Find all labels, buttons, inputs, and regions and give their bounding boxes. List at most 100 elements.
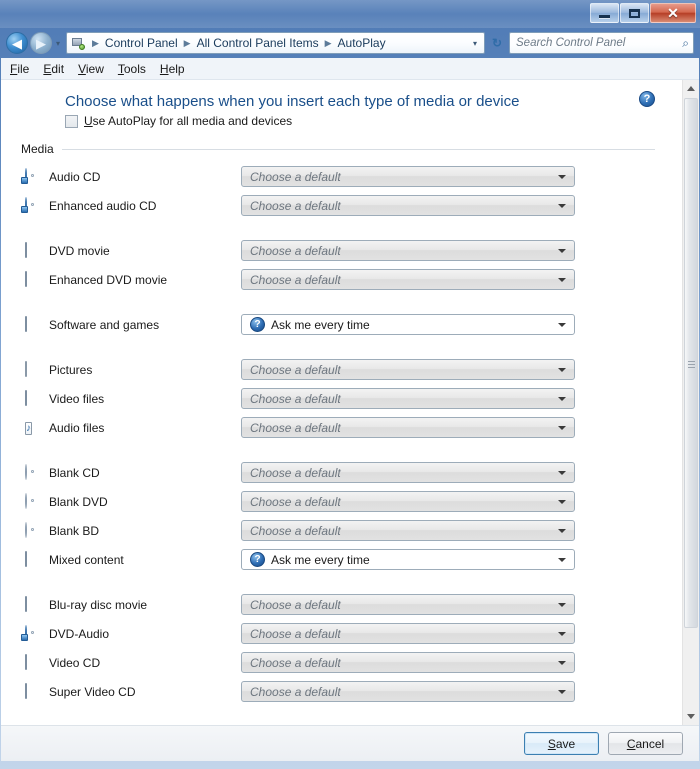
use-autoplay-row[interactable]: Use AutoPlay for all media and devices xyxy=(65,114,655,128)
question-icon: ? xyxy=(250,317,265,332)
maximize-icon xyxy=(629,8,640,18)
cancel-label: Cancel xyxy=(627,737,664,751)
media-default-combobox[interactable]: Choose a default xyxy=(241,520,575,541)
media-row: Video CD Choose a default xyxy=(15,648,655,677)
menu-item-file[interactable]: File xyxy=(10,60,38,78)
chevron-down-icon[interactable] xyxy=(558,367,566,372)
chevron-down-icon[interactable] xyxy=(558,602,566,607)
media-row: DVD-Audio Choose a default xyxy=(15,619,655,648)
menu-item-help[interactable]: Help xyxy=(160,60,194,78)
media-row: Blu-ray disc movie Choose a default xyxy=(15,590,655,619)
chevron-down-icon[interactable] xyxy=(558,660,566,665)
vertical-scrollbar[interactable] xyxy=(682,80,699,725)
audio-cd-icon xyxy=(21,167,41,185)
history-dropdown-icon[interactable]: ▾ xyxy=(52,39,64,48)
media-default-combobox[interactable]: Choose a default xyxy=(241,652,575,673)
chevron-down-icon[interactable]: ▾ xyxy=(468,39,482,48)
media-default-combobox[interactable]: Choose a default xyxy=(241,623,575,644)
media-label: Audio files xyxy=(49,420,105,435)
use-autoplay-checkbox[interactable] xyxy=(65,114,78,128)
minimize-button[interactable] xyxy=(590,3,619,23)
media-default-combobox[interactable]: Choose a default xyxy=(241,269,575,290)
media-default-combobox[interactable]: Choose a default xyxy=(241,240,575,261)
blank-bd-icon xyxy=(25,521,41,539)
breadcrumb-item-control-panel[interactable]: Control Panel xyxy=(103,35,180,51)
cancel-rest: ancel xyxy=(635,736,665,751)
close-icon: ✕ xyxy=(667,5,679,21)
search-placeholder: Search Control Panel xyxy=(516,37,626,49)
page-title: Choose what happens when you insert each… xyxy=(65,93,520,110)
scrollbar-thumb[interactable] xyxy=(684,98,698,628)
media-row: Mixed content? Ask me every time xyxy=(15,545,655,574)
scroll-down-button[interactable] xyxy=(683,708,699,725)
chevron-down-icon[interactable] xyxy=(558,528,566,533)
maximize-button[interactable] xyxy=(620,3,649,23)
media-default-combobox[interactable]: Choose a default xyxy=(241,359,575,380)
chevron-down-icon[interactable] xyxy=(558,557,566,562)
chevron-down-icon[interactable] xyxy=(558,248,566,253)
search-input[interactable]: Search Control Panel ⌕ xyxy=(509,32,694,54)
breadcrumb-item-autoplay[interactable]: AutoPlay xyxy=(336,35,388,51)
dvd-audio-icon xyxy=(21,624,41,642)
chevron-down-icon[interactable] xyxy=(558,277,566,282)
media-default-combobox[interactable]: Choose a default xyxy=(241,166,575,187)
media-row: Software and games? Ask me every time xyxy=(15,310,655,339)
media-default-combobox[interactable]: ? Ask me every time xyxy=(241,549,575,570)
media-default-combobox[interactable]: Choose a default xyxy=(241,417,575,438)
chevron-down-icon[interactable] xyxy=(558,689,566,694)
save-label: Save xyxy=(548,737,575,751)
refresh-button[interactable]: ↻ xyxy=(487,32,507,54)
breadcrumb: ▶ Control Panel ▶ All Control Panel Item… xyxy=(88,35,468,51)
save-button[interactable]: Save xyxy=(524,732,599,755)
chevron-down-icon[interactable] xyxy=(558,631,566,636)
help-icon[interactable]: ? xyxy=(639,91,655,107)
enhanced-dvd-movie-icon xyxy=(25,270,41,288)
use-autoplay-rest: se AutoPlay for all media and devices xyxy=(92,114,293,128)
media-list: Audio CD Choose a default Enhanced audio C… xyxy=(15,162,655,706)
menu-view-accel: V xyxy=(78,61,86,76)
media-default-combobox[interactable]: ? Ask me every time xyxy=(241,314,575,335)
menu-item-view[interactable]: View xyxy=(78,60,113,78)
close-button[interactable]: ✕ xyxy=(650,3,696,23)
cancel-button[interactable]: Cancel xyxy=(608,732,683,755)
use-autoplay-accel: U xyxy=(84,114,93,128)
client-area: ? Choose what happens when you insert ea… xyxy=(1,80,699,725)
menu-view-rest: iew xyxy=(85,61,104,76)
enhanced-audio-cd-icon xyxy=(21,196,41,214)
back-button[interactable]: ◀ xyxy=(6,32,28,54)
media-default-combobox[interactable]: Choose a default xyxy=(241,594,575,615)
media-default-combobox[interactable]: Choose a default xyxy=(241,195,575,216)
media-default-combobox[interactable]: Choose a default xyxy=(241,491,575,512)
chevron-down-icon[interactable] xyxy=(558,322,566,327)
video-cd-icon xyxy=(25,653,41,671)
chevron-down-icon[interactable] xyxy=(558,396,566,401)
chevron-down-icon[interactable] xyxy=(558,174,566,179)
forward-button[interactable]: ▶ xyxy=(30,32,52,54)
media-default-combobox[interactable]: Choose a default xyxy=(241,681,575,702)
chevron-down-icon[interactable] xyxy=(558,425,566,430)
media-label: Super Video CD xyxy=(49,684,136,699)
combobox-value: Choose a default xyxy=(250,362,341,377)
scroll-up-button[interactable] xyxy=(683,80,699,97)
media-label: Blank DVD xyxy=(49,494,108,509)
chevron-down-icon[interactable] xyxy=(558,499,566,504)
media-label: DVD-Audio xyxy=(49,626,110,641)
menu-item-tools[interactable]: Tools xyxy=(118,60,155,78)
menu-item-edit[interactable]: Edit xyxy=(43,60,73,78)
chevron-down-icon[interactable] xyxy=(558,470,566,475)
chevron-up-icon xyxy=(687,86,695,91)
control-panel-icon xyxy=(71,36,85,50)
audio-files-icon: ♪ xyxy=(25,421,32,435)
chevron-down-icon[interactable] xyxy=(558,203,566,208)
combobox-value: Choose a default xyxy=(250,272,341,287)
software-games-icon xyxy=(25,315,41,333)
navigation-bar: ◀ ▶ ▾ ▶ Control Panel ▶ All Control Pane… xyxy=(0,28,700,58)
save-accel: S xyxy=(547,736,556,751)
address-bar[interactable]: ▶ Control Panel ▶ All Control Panel Item… xyxy=(66,32,485,54)
media-default-combobox[interactable]: Choose a default xyxy=(241,388,575,409)
menu-bar: File Edit View Tools Help xyxy=(1,58,699,80)
media-row: Video files Choose a default xyxy=(15,384,655,413)
media-default-combobox[interactable]: Choose a default xyxy=(241,462,575,483)
title-bar[interactable]: ✕ xyxy=(0,0,700,28)
breadcrumb-item-all-control-panel-items[interactable]: All Control Panel Items xyxy=(195,35,321,51)
